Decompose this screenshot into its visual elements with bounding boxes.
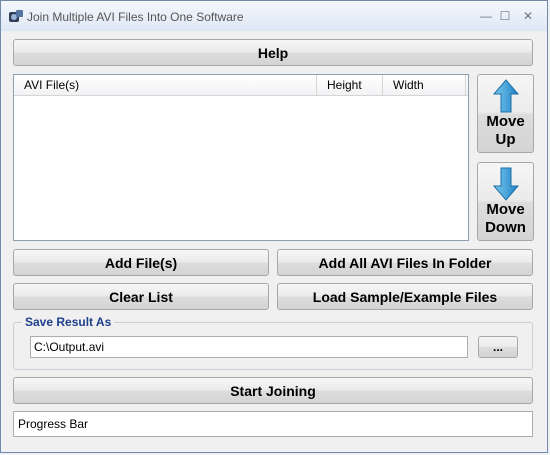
app-icon [9,10,23,22]
avi-file-list[interactable]: AVI File(s) Height Width [13,74,469,241]
column-height[interactable]: Height [317,75,383,95]
progress-bar: Progress Bar [13,411,533,437]
window-title: Join Multiple AVI Files Into One Softwar… [27,10,244,24]
move-down-label-2: Down [485,219,526,236]
move-up-label-1: Move [486,113,525,130]
add-files-button[interactable]: Add File(s) [13,249,269,276]
app-window: Join Multiple AVI Files Into One Softwar… [0,0,548,453]
arrow-down-icon [492,167,519,201]
start-joining-button[interactable]: Start Joining [13,377,533,404]
column-avi-files[interactable]: AVI File(s) [14,75,317,95]
help-button[interactable]: Help [13,39,533,66]
load-sample-button[interactable]: Load Sample/Example Files [277,283,533,310]
save-result-group: Save Result As C:\Output.avi ... [13,315,533,370]
close-button[interactable]: ✕ [517,7,539,25]
client-area: Help AVI File(s) Height Width Move Up Mo… [2,31,546,451]
title-bar[interactable]: Join Multiple AVI Files Into One Softwar… [1,1,547,31]
clear-list-button[interactable]: Clear List [13,283,269,310]
maximize-button[interactable]: ☐ [494,7,516,25]
move-up-label-2: Up [495,131,516,148]
progress-bar-label: Progress Bar [18,417,89,431]
move-up-button[interactable]: Move Up [477,74,534,153]
add-folder-button[interactable]: Add All AVI Files In Folder [277,249,533,276]
output-path-field[interactable]: C:\Output.avi [30,336,468,358]
browse-button[interactable]: ... [478,336,518,358]
move-down-button[interactable]: Move Down [477,162,534,241]
move-down-label-1: Move [486,201,525,218]
list-header: AVI File(s) Height Width [14,75,468,96]
column-width[interactable]: Width [383,75,466,95]
arrow-up-icon [492,79,519,113]
save-result-label: Save Result As [22,315,115,329]
